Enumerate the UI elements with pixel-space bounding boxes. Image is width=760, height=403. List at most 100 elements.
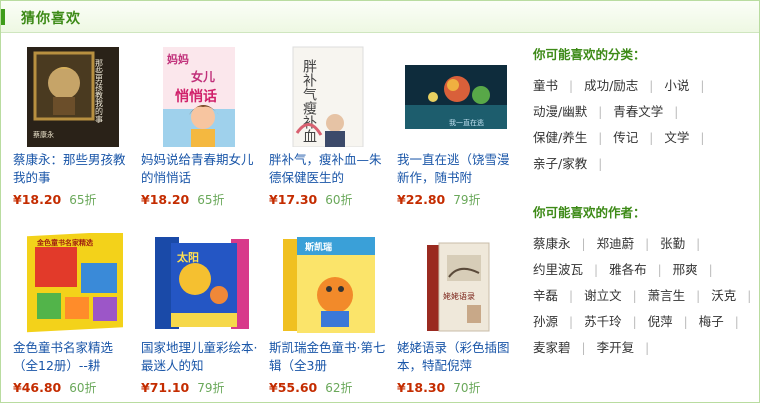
category-link[interactable]: 小说 — [664, 78, 689, 93]
category-link[interactable]: 保健/养生 — [533, 130, 587, 145]
svg-text:太阳: 太阳 — [176, 250, 199, 264]
category-link[interactable]: 动漫/幽默 — [533, 104, 587, 119]
price-line: ¥22.80 79折 — [397, 190, 515, 210]
author-link[interactable]: 倪萍 — [648, 314, 673, 329]
tag-separator: | — [645, 341, 650, 355]
book-cover-boys[interactable]: 蔡康永 那些男孩教我的事 — [13, 45, 131, 147]
author-link[interactable]: 萧言生 — [648, 288, 686, 303]
category-link[interactable]: 成功/励志 — [584, 78, 638, 93]
tag-separator: | — [649, 79, 654, 93]
author-link[interactable]: 谢立文 — [584, 288, 622, 303]
svg-text:斯凯瑞: 斯凯瑞 — [305, 241, 332, 253]
product-card: 胖补气瘦补血 胖补气，瘦补血—朱德保健医生的 ¥17.30 60折 — [269, 45, 387, 210]
product-card: 姥姥语录 姥姥语录（彩色插图本，特配倪萍 ¥18.30 70折 — [397, 233, 515, 398]
author-row: 孙源 | 苏千玲 | 倪萍 | 梅子 | — [533, 309, 753, 335]
product-title-link[interactable]: 国家地理儿童彩绘本·最迷人的知 — [141, 339, 259, 375]
svg-text:女儿: 女儿 — [191, 69, 215, 84]
category-link[interactable]: 传记 — [613, 130, 638, 145]
tag-separator: | — [683, 315, 688, 329]
product-card: 我一直在逃 我一直在逃（饶雪漫新作，随书附 ¥22.80 79折 — [397, 45, 515, 210]
product-title-link[interactable]: 金色童书名家精选（全12册）--耕 — [13, 339, 131, 375]
tag-separator: | — [581, 237, 586, 251]
author-link[interactable]: 梅子 — [699, 314, 724, 329]
product-title-link[interactable]: 妈妈说给青春期女儿的悄悄话 — [141, 151, 259, 187]
price-line: ¥18.20 65折 — [13, 190, 131, 210]
svg-text:妈妈: 妈妈 — [167, 52, 189, 66]
product-title-link[interactable]: 斯凯瑞金色童书·第七辑（全3册 — [269, 339, 387, 375]
tag-separator: | — [700, 131, 705, 145]
author-tag-list: 蔡康永 | 郑迪蔚 | 张勤 | 约里波瓦 | 雅各布 | 邢爽 | 辛磊 | 谢立文 | 萧言生 | 沃克 | 孙源 |… — [533, 231, 753, 361]
discount: 65折 — [197, 193, 225, 207]
tag-separator: | — [747, 289, 752, 303]
authors-heading: 你可能喜欢的作者： — [533, 205, 646, 220]
book-cover-golden[interactable]: 金色童书名家精选 — [13, 231, 131, 335]
category-tag-list: 童书 | 成功/励志 | 小说 | 动漫/幽默 | 青春文学 | 保健/养生 | 传记 | 文学 | 亲子/家教… — [533, 73, 753, 177]
tag-separator: | — [598, 131, 603, 145]
price-line: ¥46.80 60折 — [13, 378, 131, 398]
tag-separator: | — [734, 315, 739, 329]
author-link[interactable]: 邢爽 — [673, 262, 698, 277]
section-title: 猜你喜欢 — [21, 11, 81, 27]
tag-separator: | — [649, 131, 654, 145]
product-title-link[interactable]: 胖补气，瘦补血—朱德保健医生的 — [269, 151, 387, 187]
book-cover-scarry[interactable]: 斯凯瑞 — [269, 233, 387, 335]
book-cover-geo[interactable]: 太阳 — [141, 233, 259, 335]
discount: 79折 — [453, 193, 481, 207]
author-link[interactable]: 孙源 — [533, 314, 558, 329]
book-cover-grandma[interactable]: 姥姥语录 — [397, 233, 515, 335]
category-link[interactable]: 青春文学 — [613, 104, 663, 119]
product-card: 蔡康永 那些男孩教我的事 蔡康永：那些男孩教我的事 ¥18.20 65折 — [13, 45, 131, 210]
tag-separator: | — [569, 315, 574, 329]
tag-separator: | — [598, 105, 603, 119]
author-row: 辛磊 | 谢立文 | 萧言生 | 沃克 | — [533, 283, 753, 309]
author-row: 麦家碧 | 李开复 | — [533, 335, 753, 361]
header-accent-bar — [1, 9, 5, 25]
price-line: ¥55.60 62折 — [269, 378, 387, 398]
price: ¥71.10 — [141, 380, 190, 395]
author-link[interactable]: 麦家碧 — [533, 340, 571, 355]
tag-separator: | — [598, 157, 603, 171]
tag-separator: | — [632, 289, 637, 303]
discount: 60折 — [69, 381, 97, 395]
tag-separator: | — [696, 289, 701, 303]
tag-separator: | — [594, 263, 599, 277]
price: ¥18.30 — [397, 380, 446, 395]
book-cover-escape[interactable]: 我一直在逃 — [397, 45, 515, 147]
author-link[interactable]: 蔡康永 — [533, 236, 571, 251]
product-title-link[interactable]: 我一直在逃（饶雪漫新作，随书附 — [397, 151, 515, 187]
tag-separator: | — [708, 263, 713, 277]
category-row: 保健/养生 | 传记 | 文学 | — [533, 125, 753, 151]
category-row: 亲子/家教 | — [533, 151, 753, 177]
author-link[interactable]: 约里波瓦 — [533, 262, 583, 277]
product-title-link[interactable]: 姥姥语录（彩色插图本，特配倪萍 — [397, 339, 515, 375]
author-link[interactable]: 苏千玲 — [584, 314, 622, 329]
categories-heading: 你可能喜欢的分类： — [533, 47, 646, 62]
price: ¥22.80 — [397, 192, 446, 207]
tag-separator: | — [581, 341, 586, 355]
svg-text:金色童书名家精选: 金色童书名家精选 — [36, 238, 93, 247]
tag-separator: | — [696, 237, 701, 251]
category-link[interactable]: 童书 — [533, 78, 558, 93]
discount: 79折 — [197, 381, 225, 395]
tag-separator: | — [569, 79, 574, 93]
product-title-link[interactable]: 蔡康永：那些男孩教我的事 — [13, 151, 131, 187]
price: ¥18.20 — [13, 192, 62, 207]
discount: 65折 — [69, 193, 97, 207]
discount: 70折 — [453, 381, 481, 395]
author-link[interactable]: 辛磊 — [533, 288, 558, 303]
author-link[interactable]: 郑迪蔚 — [597, 236, 635, 251]
price-line: ¥18.20 65折 — [141, 190, 259, 210]
book-cover-health[interactable]: 胖补气瘦补血 — [269, 45, 387, 148]
category-link[interactable]: 亲子/家教 — [533, 156, 587, 171]
price: ¥17.30 — [269, 192, 318, 207]
product-card: 太阳 国家地理儿童彩绘本·最迷人的知 ¥71.10 79折 — [141, 233, 259, 398]
book-cover-mom[interactable]: 妈妈 女儿 悄悄话 — [141, 45, 259, 147]
author-link[interactable]: 沃克 — [711, 288, 736, 303]
author-link[interactable]: 雅各布 — [609, 262, 647, 277]
author-link[interactable]: 张勤 — [660, 236, 685, 251]
category-row: 动漫/幽默 | 青春文学 | — [533, 99, 753, 125]
price: ¥18.20 — [141, 192, 190, 207]
svg-text:我一直在逃: 我一直在逃 — [449, 118, 484, 127]
author-link[interactable]: 李开复 — [597, 340, 635, 355]
category-link[interactable]: 文学 — [664, 130, 689, 145]
